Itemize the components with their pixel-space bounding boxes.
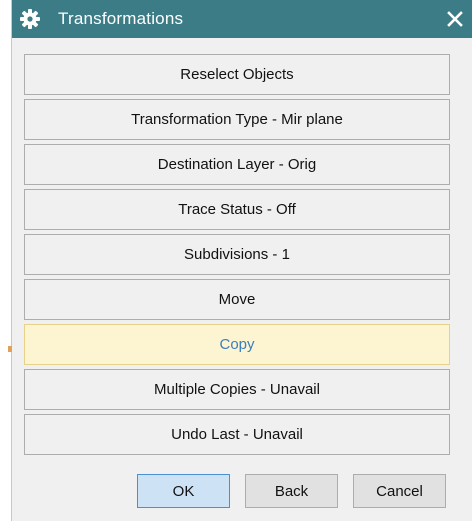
transformation-type-button[interactable]: Transformation Type - Mir plane [24, 99, 450, 140]
transformations-dialog: Transformations Reselect Objects Transfo… [12, 0, 472, 521]
trace-status-button[interactable]: Trace Status - Off [24, 189, 450, 230]
cancel-button[interactable]: Cancel [353, 474, 446, 508]
copy-button[interactable]: Copy [24, 324, 450, 365]
transformation-menu: Reselect Objects Transformation Type - M… [24, 54, 450, 459]
close-icon[interactable] [440, 4, 470, 34]
destination-layer-button[interactable]: Destination Layer - Orig [24, 144, 450, 185]
background-window-edge [0, 0, 12, 521]
window-title: Transformations [58, 9, 184, 28]
ok-button[interactable]: OK [137, 474, 230, 508]
title-bar[interactable]: Transformations [12, 0, 472, 38]
gear-icon [19, 8, 41, 30]
move-button[interactable]: Move [24, 279, 450, 320]
reselect-objects-button[interactable]: Reselect Objects [24, 54, 450, 95]
multiple-copies-button[interactable]: Multiple Copies - Unavail [24, 369, 450, 410]
back-button[interactable]: Back [245, 474, 338, 508]
undo-last-button[interactable]: Undo Last - Unavail [24, 414, 450, 455]
dialog-footer: OK Back Cancel [12, 474, 472, 516]
subdivisions-button[interactable]: Subdivisions - 1 [24, 234, 450, 275]
